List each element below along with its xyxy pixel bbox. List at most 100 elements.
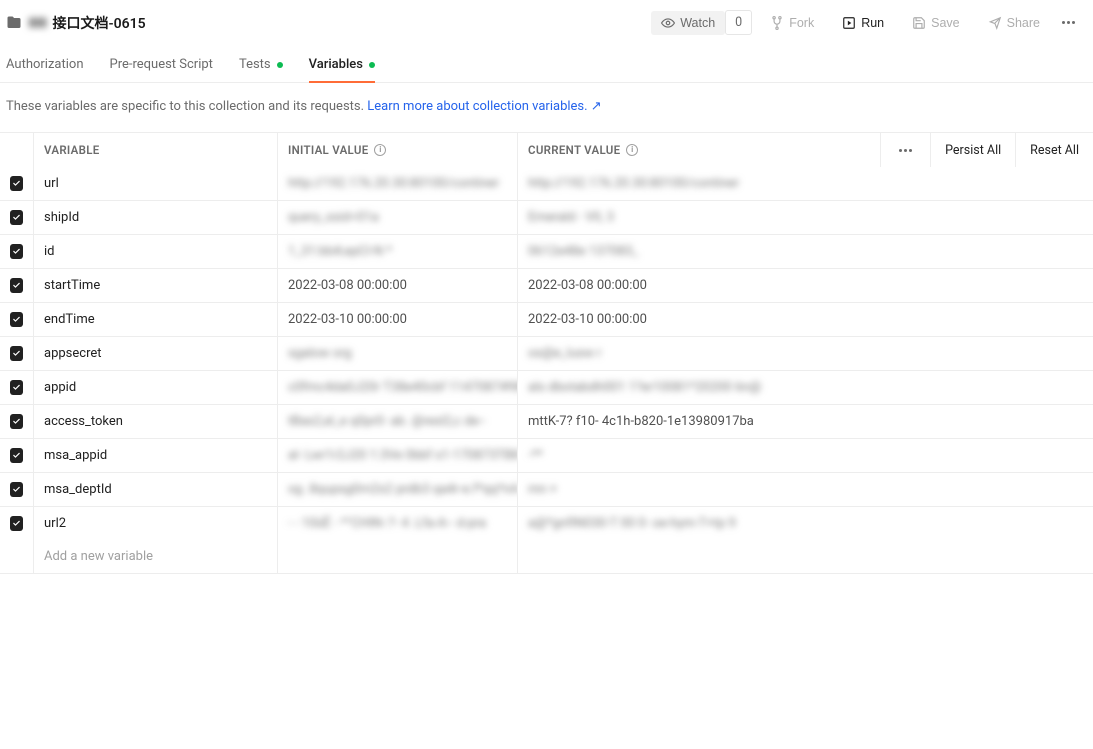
row-checkbox[interactable] (10, 448, 23, 463)
reset-all-button[interactable]: Reset All (1015, 133, 1093, 167)
row-checkbox-cell (0, 269, 34, 302)
save-button: Save (902, 11, 970, 35)
table-row: startTime2022-03-08 00:00:002022-03-08 0… (0, 268, 1093, 302)
initial-value-cell[interactable]: 2022-03-08 00:00:00 (278, 269, 518, 302)
header-actions: Watch 0 Fork Run Save Share (651, 10, 1079, 35)
variable-name-cell[interactable]: startTime (34, 269, 278, 302)
row-checkbox-cell (0, 201, 34, 234)
table-row: msa_deptIdog .8qupsg0rn2s2 prdb3 qa4r-e.… (0, 472, 1093, 506)
row-checkbox[interactable] (10, 346, 23, 361)
collection-title[interactable]: 接口文档-0615 (52, 13, 145, 33)
tab-authorization[interactable]: Authorization (6, 49, 84, 82)
variable-name-cell[interactable]: shipId (34, 201, 278, 234)
header-right-actions: Persist All Reset All (880, 133, 1093, 167)
collection-header: ▮▮▮ 接口文档-0615 Watch 0 Fork Run Save Share (0, 0, 1093, 49)
table-row: msa_appidal- Lwr1r2J20 1:3Ve 0bbf s1-170… (0, 438, 1093, 472)
variable-name-cell[interactable]: msa_deptId (34, 473, 278, 506)
description-text: These variables are specific to this col… (6, 99, 367, 114)
initial-value-cell[interactable]: og .8qupsg0rn2s2 prdb3 qa4r-e.f*qq*nA.f (278, 473, 518, 506)
share-label: Share (1007, 16, 1040, 30)
table-row: shipIdquery_ssid=01aEmerald - VII, 3 (0, 200, 1093, 234)
variable-name-cell[interactable]: msa_appid (34, 439, 278, 472)
variable-name-cell[interactable]: endTime (34, 303, 278, 336)
current-value-cell[interactable]: Emerald - VII, 3 (518, 201, 1093, 234)
tab-label: Tests (239, 57, 271, 72)
row-checkbox[interactable] (10, 312, 23, 327)
initial-value-cell[interactable]: http://192.176.20.30:80100/continer (278, 167, 518, 200)
variable-name-cell[interactable]: access_token (34, 405, 278, 438)
current-value-cell[interactable]: os@e_Iusw r (518, 337, 1093, 370)
run-label: Run (861, 16, 884, 30)
watch-count: 0 (725, 10, 752, 35)
save-label: Save (931, 16, 960, 30)
changed-dot-icon (277, 62, 283, 68)
variable-name-cell[interactable]: appid (34, 371, 278, 404)
changed-dot-icon (369, 62, 375, 68)
tab-variables[interactable]: Variables (309, 49, 375, 82)
current-value-cell[interactable]: 2022-03-08 00:00:00 (518, 269, 1093, 302)
current-value-cell[interactable]: mttK-7? f10- 4c1h-b820-1e13980917ba (518, 405, 1093, 438)
row-checkbox-cell (0, 473, 34, 506)
fork-button: Fork (760, 11, 824, 35)
column-header-variable: VARIABLE (34, 133, 278, 167)
tab-pre-request-script[interactable]: Pre-request Script (110, 49, 213, 82)
current-value-cell[interactable]: a@*gnfIN030-T 00 0- oe-hym-T+tp 9 (518, 507, 1093, 540)
row-checkbox[interactable] (10, 244, 23, 259)
title-wrap: ▮▮▮ 接口文档-0615 (6, 13, 146, 33)
row-checkbox[interactable] (10, 482, 23, 497)
watch-button[interactable]: Watch (651, 11, 725, 35)
variable-name-cell[interactable]: url (34, 167, 278, 200)
watch-label: Watch (680, 16, 715, 30)
current-value-cell[interactable]: mn + (518, 473, 1093, 506)
variable-name-cell[interactable]: id (34, 235, 278, 268)
initial-value-cell[interactable]: query_ssid=01a (278, 201, 518, 234)
table-row: access_tokentBas2,el_e q0pr0- ab. @resl2… (0, 404, 1093, 438)
initial-value-cell[interactable]: - - 10üË - *°CHIN-:?- 4 .Lfa-A-- d-pra (278, 507, 518, 540)
row-checkbox-cell (0, 167, 34, 200)
table-row: appsecretsgalow orgos@e_Iusw r (0, 336, 1093, 370)
add-variable-placeholder: Add a new variable (44, 549, 153, 564)
info-icon[interactable]: i (374, 144, 386, 156)
title-prefix: ▮▮▮ (28, 15, 46, 30)
row-checkbox-cell (0, 235, 34, 268)
initial-value-cell[interactable]: c0fmc4da0J20r T38e40cbf 1147087#98u (278, 371, 518, 404)
variables-table: VARIABLE INITIAL VALUEi CURRENT VALUEi P… (0, 132, 1093, 574)
initial-value-cell[interactable]: 1_31:bb#,epCI-N * (278, 235, 518, 268)
run-button[interactable]: Run (832, 11, 894, 35)
row-checkbox-cell (0, 303, 34, 336)
row-checkbox[interactable] (10, 176, 23, 191)
current-value-cell[interactable]: 0612e48e 137083_ (518, 235, 1093, 268)
table-row: appidc0fmc4da0J20r T38e40cbf 1147087#98u… (0, 370, 1093, 404)
row-checkbox[interactable] (10, 516, 23, 531)
more-options-button[interactable] (1058, 17, 1079, 28)
current-value-cell[interactable]: als dbotabdh001 1?er10081*20200 6n@ (518, 371, 1093, 404)
variable-name-cell[interactable]: url2 (34, 507, 278, 540)
current-value-cell[interactable]: -** (518, 439, 1093, 472)
variable-name-cell[interactable]: appsecret (34, 337, 278, 370)
initial-value-cell[interactable]: 2022-03-10 00:00:00 (278, 303, 518, 336)
learn-more-link[interactable]: Learn more about collection variables. ↗ (367, 99, 601, 114)
table-row: url2- - 10üË - *°CHIN-:?- 4 .Lfa-A-- d-p… (0, 506, 1093, 540)
add-variable-row[interactable]: Add a new variable (0, 540, 1093, 573)
initial-value-cell[interactable]: sgalow org (278, 337, 518, 370)
table-row: endTime2022-03-10 00:00:002022-03-10 00:… (0, 302, 1093, 336)
persist-all-button[interactable]: Persist All (930, 133, 1015, 167)
description: These variables are specific to this col… (0, 83, 1093, 132)
row-checkbox[interactable] (10, 278, 23, 293)
current-value-cell[interactable]: 2022-03-10 00:00:00 (518, 303, 1093, 336)
current-value-cell[interactable]: http://192.176.20.30:80100/continer (518, 167, 1093, 200)
row-checkbox[interactable] (10, 380, 23, 395)
initial-value-cell[interactable]: tBas2,el_e q0pr0- ab. @resl2,c de-- (278, 405, 518, 438)
share-button: Share (978, 11, 1050, 35)
info-icon[interactable]: i (626, 144, 638, 156)
row-checkbox[interactable] (10, 414, 23, 429)
row-checkbox[interactable] (10, 210, 23, 225)
tab-label: Authorization (6, 57, 84, 72)
column-header-initial-value: INITIAL VALUEi (278, 133, 518, 167)
table-more-button[interactable] (880, 133, 930, 167)
row-checkbox-cell (0, 337, 34, 370)
initial-value-cell[interactable]: al- Lwr1r2J20 1:3Ve 0bbf s1-170873TB8 (278, 439, 518, 472)
fork-label: Fork (789, 16, 814, 30)
folder-icon (6, 15, 22, 31)
tab-tests[interactable]: Tests (239, 49, 283, 82)
